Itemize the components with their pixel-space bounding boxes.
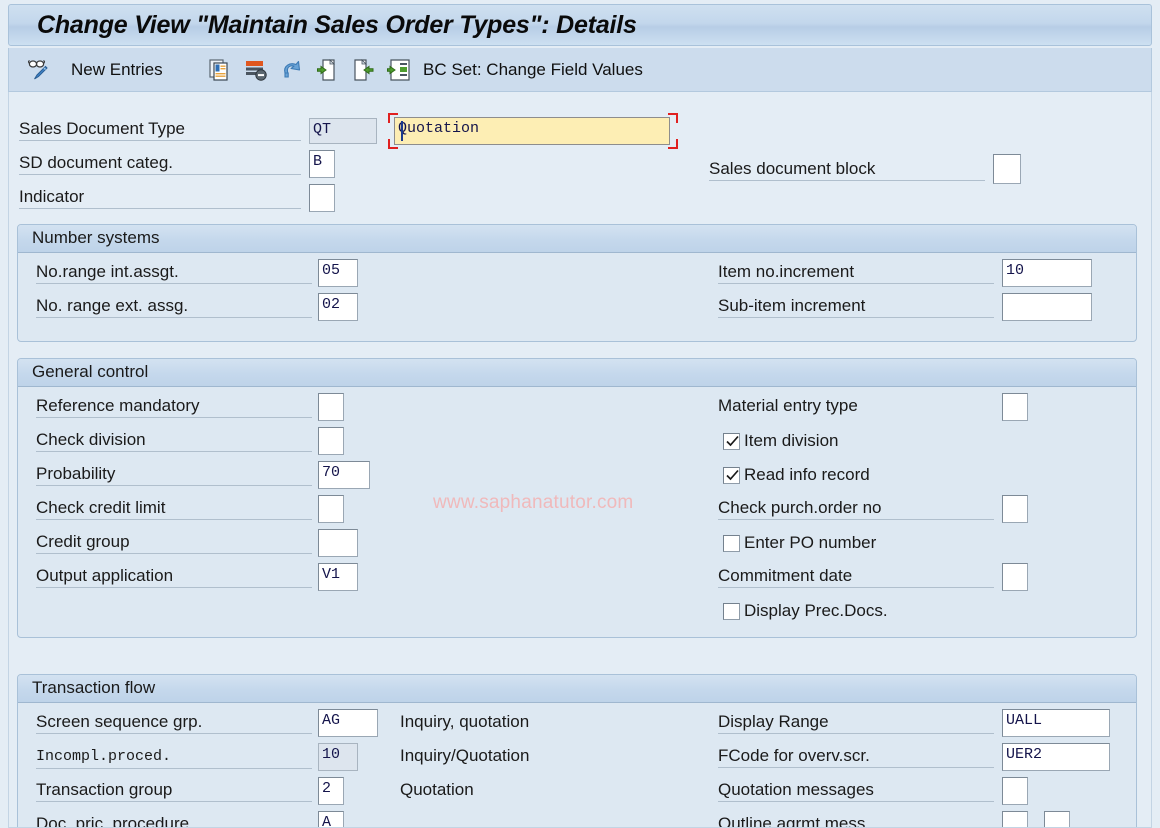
page-title: Change View "Maintain Sales Order Types"… bbox=[37, 11, 637, 39]
indicator-label: Indicator bbox=[19, 188, 301, 209]
outline-agrmt-mess-label: Outline agrmt mess. bbox=[718, 815, 994, 828]
material-entry-type-input[interactable] bbox=[1002, 393, 1028, 421]
no-range-int-assgt-label: No.range int.assgt. bbox=[36, 263, 312, 284]
general-control-header: General control bbox=[18, 359, 1136, 387]
incompl-proced-text: Inquiry/Quotation bbox=[400, 746, 530, 765]
transaction-group-text: Quotation bbox=[400, 780, 474, 799]
number-systems-title: Number systems bbox=[32, 228, 160, 247]
probability-input[interactable]: 70 bbox=[318, 461, 370, 489]
output-application-input[interactable]: V1 bbox=[318, 563, 358, 591]
sap-gui-screen: Change View "Maintain Sales Order Types"… bbox=[0, 0, 1160, 828]
bc-set-label: BC Set: Change Field Values bbox=[423, 60, 643, 79]
display-change-icon[interactable] bbox=[25, 48, 51, 92]
transaction-flow-body: Screen sequence grp. AG Inquiry, quotati… bbox=[18, 702, 1136, 828]
number-systems-group: Number systems No.range int.assgt. 05 No… bbox=[17, 224, 1137, 342]
item-no-increment-input[interactable]: 10 bbox=[1002, 259, 1092, 287]
bc-set-change-field-values-button[interactable]: BC Set: Change Field Values bbox=[423, 48, 643, 92]
transaction-group-label: Transaction group bbox=[36, 781, 312, 802]
incompl-proced-label: Incompl.proced. bbox=[36, 748, 312, 769]
fcode-for-overv-scr-input[interactable]: UER2 bbox=[1002, 743, 1110, 771]
number-systems-body: No.range int.assgt. 05 No. range ext. as… bbox=[18, 252, 1136, 341]
check-credit-limit-label: Check credit limit bbox=[36, 499, 312, 520]
text-cursor bbox=[401, 121, 403, 141]
site-watermark: www.saphanatutor.com bbox=[433, 492, 634, 513]
display-prec-docs-checkbox[interactable] bbox=[723, 603, 740, 620]
screen-sequence-grp-text: Inquiry, quotation bbox=[400, 712, 530, 731]
form-work-area: Sales Document Type QT Quotation Sales d… bbox=[8, 92, 1152, 828]
application-toolbar: New Entries BC Set: Change Field Values bbox=[8, 48, 1152, 92]
sales-document-block-input[interactable] bbox=[993, 154, 1021, 184]
display-range-input[interactable]: UALL bbox=[1002, 709, 1110, 737]
read-info-record-label: Read info record bbox=[744, 465, 870, 484]
undo-icon[interactable] bbox=[279, 48, 305, 92]
sd-document-categ-label: SD document categ. bbox=[19, 154, 301, 175]
display-prec-docs-label: Display Prec.Docs. bbox=[744, 601, 888, 620]
quotation-messages-input[interactable] bbox=[1002, 777, 1028, 805]
delete-row-icon[interactable] bbox=[243, 48, 269, 92]
next-entry-icon[interactable] bbox=[351, 48, 377, 92]
sub-item-increment-label: Sub-item increment bbox=[718, 297, 994, 318]
sales-document-type-description-input[interactable]: Quotation bbox=[394, 117, 670, 145]
screen-sequence-grp-input[interactable]: AG bbox=[318, 709, 378, 737]
sub-item-increment-input[interactable] bbox=[1002, 293, 1092, 321]
incompl-proced-input[interactable]: 10 bbox=[318, 743, 358, 771]
commitment-date-input[interactable] bbox=[1002, 563, 1028, 591]
general-control-title: General control bbox=[32, 362, 149, 381]
outline-agrmt-mess-input[interactable] bbox=[1002, 811, 1028, 827]
transaction-flow-title: Transaction flow bbox=[32, 678, 156, 697]
new-entries-button[interactable]: New Entries bbox=[71, 48, 163, 92]
check-purch-order-no-label: Check purch.order no bbox=[718, 499, 994, 520]
check-purch-order-no-input[interactable] bbox=[1002, 495, 1028, 523]
reference-mandatory-input[interactable] bbox=[318, 393, 344, 421]
credit-group-label: Credit group bbox=[36, 533, 312, 554]
copy-icon[interactable] bbox=[207, 48, 233, 92]
enter-po-number-checkbox[interactable] bbox=[723, 535, 740, 552]
display-range-label: Display Range bbox=[718, 713, 994, 734]
transaction-flow-group: Transaction flow Screen sequence grp. AG… bbox=[17, 674, 1137, 828]
window-title-bar: Change View "Maintain Sales Order Types"… bbox=[8, 4, 1152, 46]
commitment-date-label: Commitment date bbox=[718, 567, 994, 588]
sd-document-categ-input[interactable]: B bbox=[309, 150, 335, 178]
sales-document-type-label: Sales Document Type bbox=[19, 120, 301, 141]
check-division-input[interactable] bbox=[318, 427, 344, 455]
no-range-int-assgt-input[interactable]: 05 bbox=[318, 259, 358, 287]
number-systems-header: Number systems bbox=[18, 225, 1136, 253]
output-application-label: Output application bbox=[36, 567, 312, 588]
screen-sequence-grp-label: Screen sequence grp. bbox=[36, 713, 312, 734]
read-info-record-checkbox[interactable] bbox=[723, 467, 740, 484]
credit-group-input[interactable] bbox=[318, 529, 358, 557]
no-range-ext-assg-label: No. range ext. assg. bbox=[36, 297, 312, 318]
transaction-group-input[interactable]: 2 bbox=[318, 777, 344, 805]
new-entries-label: New Entries bbox=[71, 60, 163, 79]
outline-agrmt-mess-input-2[interactable] bbox=[1044, 811, 1070, 827]
enter-po-number-label: Enter PO number bbox=[744, 533, 877, 552]
check-credit-limit-input[interactable] bbox=[318, 495, 344, 523]
reference-mandatory-label: Reference mandatory bbox=[36, 397, 312, 418]
sales-document-block-label: Sales document block bbox=[709, 160, 985, 181]
previous-entry-icon[interactable] bbox=[315, 48, 341, 92]
item-no-increment-label: Item no.increment bbox=[718, 263, 994, 284]
doc-pric-procedure-label: Doc. pric. procedure bbox=[36, 815, 312, 828]
indicator-input[interactable] bbox=[309, 184, 335, 212]
fcode-for-overv-scr-label: FCode for overv.scr. bbox=[718, 747, 994, 768]
no-range-ext-assg-input[interactable]: 02 bbox=[318, 293, 358, 321]
details-icon[interactable] bbox=[387, 48, 413, 92]
doc-pric-procedure-input[interactable]: A bbox=[318, 811, 344, 827]
transaction-flow-header: Transaction flow bbox=[18, 675, 1136, 703]
probability-label: Probability bbox=[36, 465, 312, 486]
item-division-checkbox[interactable] bbox=[723, 433, 740, 450]
sales-document-type-code-input[interactable]: QT bbox=[309, 118, 377, 144]
check-division-label: Check division bbox=[36, 431, 312, 452]
material-entry-type-label: Material entry type bbox=[718, 396, 858, 415]
item-division-label: Item division bbox=[744, 431, 839, 450]
quotation-messages-label: Quotation messages bbox=[718, 781, 994, 802]
